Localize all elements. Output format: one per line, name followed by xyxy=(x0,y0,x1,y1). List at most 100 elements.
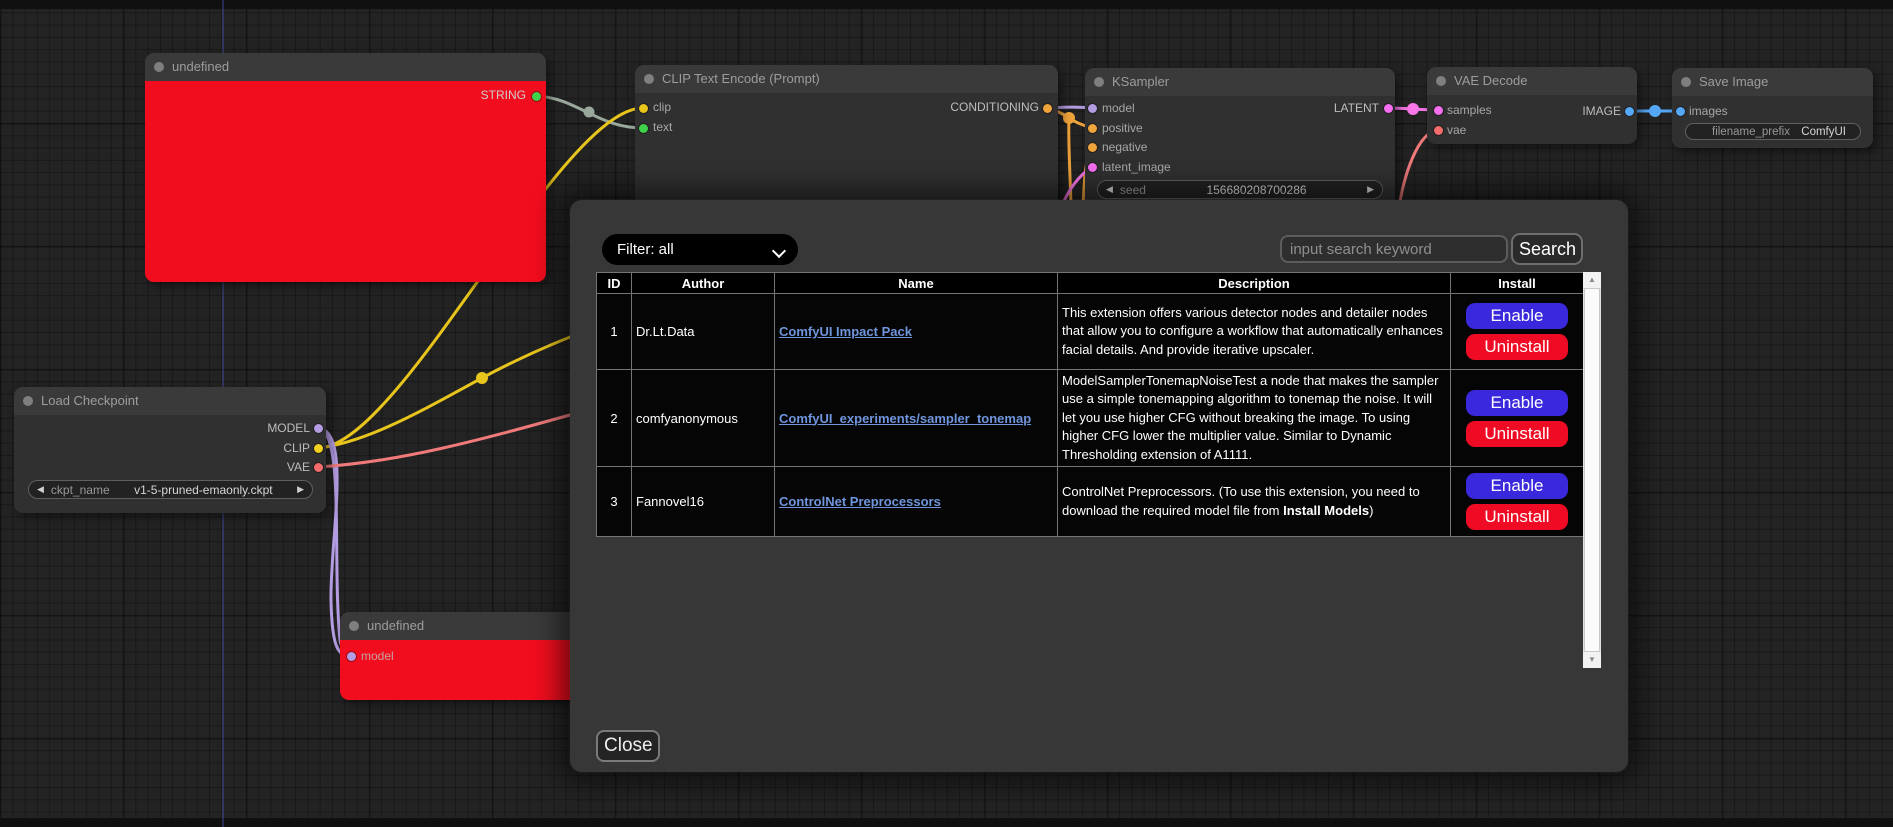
enable-button[interactable]: Enable xyxy=(1466,473,1568,499)
collapse-dot-icon[interactable] xyxy=(1681,77,1691,87)
uninstall-button[interactable]: Uninstall xyxy=(1466,421,1568,447)
cell-description: This extension offers various detector n… xyxy=(1058,294,1451,370)
output-label: CONDITIONING xyxy=(950,100,1039,114)
extension-link[interactable]: ComfyUI Impact Pack xyxy=(779,324,912,339)
cell-id: 2 xyxy=(597,370,632,467)
node-vae-decode[interactable]: VAE Decode samples vae IMAGE xyxy=(1427,67,1637,144)
collapse-dot-icon[interactable] xyxy=(1436,76,1446,86)
port-model-output[interactable] xyxy=(314,424,323,433)
scroll-up-icon[interactable]: ▲ xyxy=(1583,272,1601,288)
enable-button[interactable]: Enable xyxy=(1466,303,1568,329)
port-positive-input[interactable] xyxy=(1088,124,1097,133)
filter-select[interactable]: Filter: all xyxy=(602,234,798,265)
widget-label: seed xyxy=(1120,183,1146,197)
node-title: CLIP Text Encode (Prompt) xyxy=(662,71,820,86)
table-row: 2 comfyanonymous ComfyUI_experiments/sam… xyxy=(597,370,1584,467)
port-model-input[interactable] xyxy=(347,652,356,661)
widget-value: v1-5-pruned-emaonly.ckpt xyxy=(110,483,297,497)
cell-author: Dr.Lt.Data xyxy=(632,294,775,370)
col-header-description: Description xyxy=(1058,273,1451,294)
cell-install: Enable Uninstall xyxy=(1451,370,1584,467)
input-label: positive xyxy=(1102,121,1143,135)
node-title-bar[interactable]: VAE Decode xyxy=(1427,67,1637,95)
port-samples-input[interactable] xyxy=(1434,106,1443,115)
extension-table: ID Author Name Description Install 1 Dr.… xyxy=(596,272,1584,537)
node-title-bar[interactable]: Load Checkpoint xyxy=(14,387,326,415)
cell-description: ModelSamplerTonemapNoiseTest a node that… xyxy=(1058,370,1451,467)
output-label: MODEL xyxy=(267,421,310,435)
canvas-bottom-border xyxy=(0,818,1893,827)
ckpt-name-widget[interactable]: ◀ ckpt_name v1-5-pruned-emaonly.ckpt ▶ xyxy=(28,480,313,499)
node-title: Save Image xyxy=(1699,74,1768,89)
port-conditioning-output[interactable] xyxy=(1043,104,1052,113)
comfyui-canvas[interactable]: { "colors": { "error_node_red": "#f10d1e… xyxy=(0,0,1893,827)
widget-next-icon[interactable]: ▶ xyxy=(297,485,304,494)
port-string-output[interactable] xyxy=(532,92,541,101)
cell-id: 3 xyxy=(597,467,632,537)
col-header-install: Install xyxy=(1451,273,1584,294)
uninstall-button[interactable]: Uninstall xyxy=(1466,334,1568,360)
port-image-output[interactable] xyxy=(1625,107,1634,116)
port-text-input[interactable] xyxy=(639,124,648,133)
node-title-bar[interactable]: undefined xyxy=(145,53,546,81)
output-label: STRING xyxy=(481,88,526,102)
extension-link[interactable]: ControlNet Preprocessors xyxy=(779,494,941,509)
close-button[interactable]: Close xyxy=(596,730,660,762)
output-label: LATENT xyxy=(1334,101,1379,115)
wire-dot-orange xyxy=(1063,112,1075,124)
scroll-down-icon[interactable]: ▼ xyxy=(1583,652,1601,668)
widget-prev-icon[interactable]: ◀ xyxy=(37,485,44,494)
search-button[interactable]: Search xyxy=(1511,233,1583,265)
input-label: images xyxy=(1689,104,1728,118)
enable-button[interactable]: Enable xyxy=(1466,390,1568,416)
widget-next-icon[interactable]: ▶ xyxy=(1367,185,1374,194)
collapse-dot-icon[interactable] xyxy=(23,396,33,406)
collapse-dot-icon[interactable] xyxy=(1094,77,1104,87)
input-label: latent_image xyxy=(1102,160,1171,174)
port-clip-input[interactable] xyxy=(639,104,648,113)
cell-author: comfyanonymous xyxy=(632,370,775,467)
port-latent-output[interactable] xyxy=(1384,104,1393,113)
canvas-top-border xyxy=(0,0,1893,9)
output-label: VAE xyxy=(287,460,310,474)
collapse-dot-icon[interactable] xyxy=(644,74,654,84)
node-ksampler[interactable]: KSampler model positive negative latent_… xyxy=(1085,68,1395,218)
filename-prefix-widget[interactable]: filename_prefix ComfyUI xyxy=(1685,123,1861,140)
node-title: KSampler xyxy=(1112,74,1169,89)
output-label: CLIP xyxy=(283,441,310,455)
port-latent-image-input[interactable] xyxy=(1088,163,1097,172)
widget-prev-icon[interactable]: ◀ xyxy=(1106,185,1113,194)
widget-value: ComfyUI xyxy=(1801,126,1846,138)
search-input[interactable] xyxy=(1280,235,1508,263)
table-header-row: ID Author Name Description Install xyxy=(597,273,1584,294)
node-load-checkpoint[interactable]: Load Checkpoint MODEL CLIP VAE ◀ ckpt_na… xyxy=(14,387,326,513)
port-clip-output[interactable] xyxy=(314,444,323,453)
port-negative-input[interactable] xyxy=(1088,143,1097,152)
node-title-bar[interactable]: CLIP Text Encode (Prompt) xyxy=(635,65,1058,93)
table-scrollbar[interactable]: ▲ ▼ xyxy=(1583,272,1601,668)
input-label: model xyxy=(361,649,394,663)
port-model-input[interactable] xyxy=(1088,104,1097,113)
node-save-image[interactable]: Save Image images filename_prefix ComfyU… xyxy=(1672,68,1873,148)
port-vae-input[interactable] xyxy=(1434,126,1443,135)
extension-manager-dialog: Filter: all Search ID Author Name Descri… xyxy=(570,200,1628,772)
input-label: vae xyxy=(1447,123,1466,137)
scrollbar-thumb[interactable] xyxy=(1584,288,1600,652)
collapse-dot-icon[interactable] xyxy=(154,62,164,72)
col-header-author: Author xyxy=(632,273,775,294)
seed-widget[interactable]: ◀ seed 156680208700286 ▶ xyxy=(1097,180,1383,199)
node-title-bar[interactable]: KSampler xyxy=(1085,68,1395,96)
cell-author: Fannovel16 xyxy=(632,467,775,537)
wire-dot-yellow xyxy=(476,372,488,384)
input-label: model xyxy=(1102,101,1135,115)
node-title-bar[interactable]: Save Image xyxy=(1672,68,1873,96)
node-title: VAE Decode xyxy=(1454,73,1527,88)
port-images-input[interactable] xyxy=(1676,107,1685,116)
wire-conditioning-down xyxy=(1069,118,1071,206)
uninstall-button[interactable]: Uninstall xyxy=(1466,504,1568,530)
widget-label: filename_prefix xyxy=(1712,126,1790,138)
node-undefined-top[interactable]: undefined STRING xyxy=(145,53,546,282)
extension-link[interactable]: ComfyUI_experiments/sampler_tonemap xyxy=(779,411,1031,426)
port-vae-output[interactable] xyxy=(314,463,323,472)
collapse-dot-icon[interactable] xyxy=(349,621,359,631)
